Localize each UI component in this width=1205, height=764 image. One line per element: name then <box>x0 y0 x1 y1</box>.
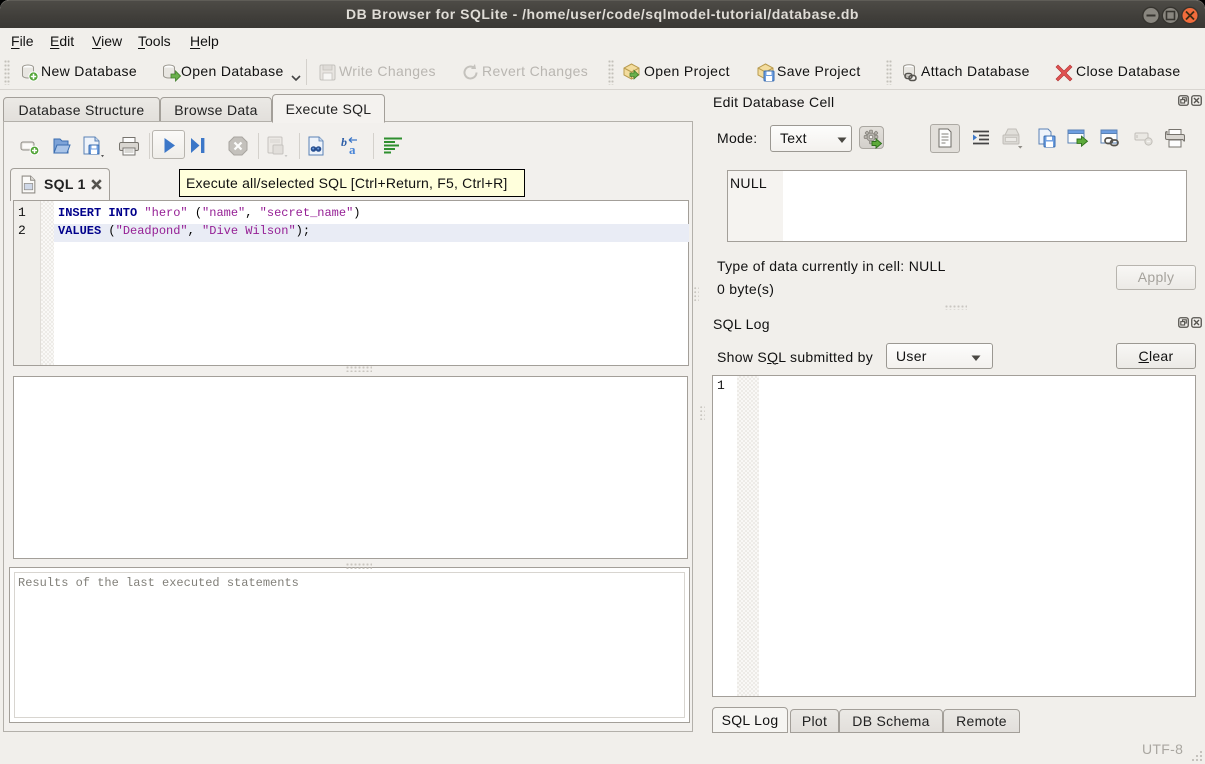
svg-text:b: b <box>341 136 347 149</box>
svg-text:a: a <box>349 142 356 156</box>
